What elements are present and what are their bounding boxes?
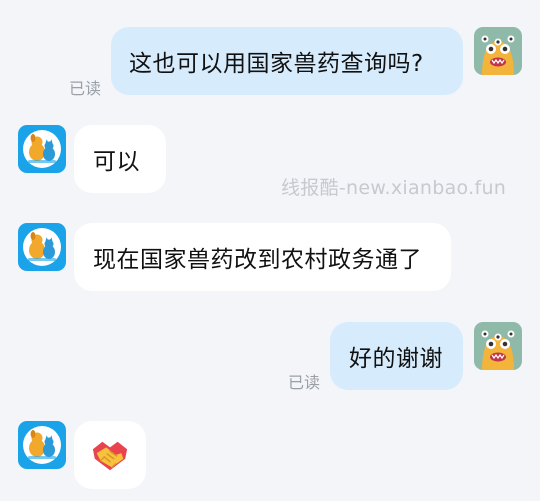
message-bubble-incoming[interactable]: 现在国家兽药改到农村政务通了 bbox=[74, 223, 451, 291]
message-bubble-incoming[interactable]: 可以 bbox=[74, 125, 166, 193]
dog-cat-logo-icon bbox=[18, 125, 66, 173]
service-avatar[interactable] bbox=[18, 125, 66, 173]
message-text: 这也可以用国家兽药查询吗? bbox=[129, 51, 424, 77]
user-avatar[interactable] bbox=[474, 27, 522, 75]
message-text: 可以 bbox=[93, 149, 140, 175]
message-bubble-outgoing[interactable]: 好的谢谢 bbox=[330, 322, 463, 390]
service-avatar[interactable] bbox=[18, 223, 66, 271]
message-text: 好的谢谢 bbox=[349, 346, 443, 372]
dog-cat-logo-icon bbox=[18, 223, 66, 271]
monster-avatar-icon bbox=[474, 322, 522, 370]
watermark: 线报酷-new.xianbao.fun bbox=[281, 177, 507, 199]
message-bubble-incoming[interactable] bbox=[74, 421, 146, 489]
chat-thread: 这也可以用国家兽药查询吗? 已读 可以 线报酷-new.xianbao.fun … bbox=[0, 0, 540, 501]
message-bubble-outgoing[interactable]: 这也可以用国家兽药查询吗? bbox=[111, 27, 463, 95]
user-avatar[interactable] bbox=[474, 322, 522, 370]
message-text: 现在国家兽药改到农村政务通了 bbox=[93, 247, 422, 273]
handshake-icon bbox=[92, 441, 128, 471]
read-status: 已读 bbox=[288, 373, 321, 392]
dog-cat-logo-icon bbox=[18, 421, 66, 469]
read-status: 已读 bbox=[69, 79, 102, 98]
monster-avatar-icon bbox=[474, 27, 522, 75]
service-avatar[interactable] bbox=[18, 421, 66, 469]
